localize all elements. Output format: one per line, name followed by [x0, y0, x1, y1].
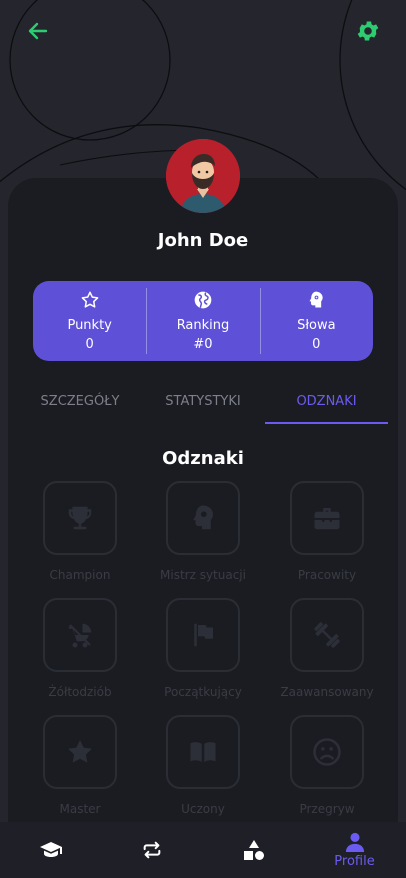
nav-review[interactable] — [101, 822, 202, 878]
sad-face-icon — [313, 738, 341, 766]
badge-label: Przegryw — [299, 802, 355, 816]
shapes-icon — [243, 840, 264, 860]
badge-label: Uczony — [181, 802, 225, 816]
nav-games[interactable] — [203, 822, 304, 878]
active-tab-indicator — [265, 422, 388, 424]
book-icon — [190, 742, 216, 762]
stat-value: 0 — [312, 337, 321, 352]
badge-master[interactable]: Master — [15, 715, 145, 816]
tab-statistics[interactable]: STATYSTYKI — [143, 394, 263, 409]
nav-learn[interactable] — [0, 822, 101, 878]
badge-label: Mistrz sytuacji — [160, 568, 246, 582]
badge-champion[interactable]: Champion — [15, 481, 145, 582]
gear-icon — [357, 21, 379, 41]
brain-icon — [309, 291, 323, 308]
arrow-left-icon — [28, 22, 48, 40]
back-button[interactable] — [22, 15, 54, 47]
badge-label: Pracowity — [297, 568, 357, 582]
dumbbell-icon — [314, 622, 340, 648]
stat-ranking: Ranking #0 — [146, 281, 259, 361]
profile-name: John Doe — [157, 230, 249, 251]
tab-details[interactable]: SZCZEGÓŁY — [20, 394, 140, 409]
section-title: Odznaki — [162, 448, 244, 469]
flag-icon — [194, 623, 213, 647]
settings-button[interactable] — [352, 15, 384, 47]
user-icon — [345, 832, 364, 852]
star-icon — [81, 291, 98, 308]
badge-label: Champion — [49, 568, 111, 582]
graduation-cap-icon — [39, 842, 62, 857]
badge-label: Zaawansowany — [280, 685, 374, 699]
repeat-icon — [143, 841, 160, 859]
stat-value: 0 — [85, 337, 94, 352]
badge-advanced[interactable]: Zaawansowany — [262, 598, 392, 699]
nav-profile-label: Profile — [334, 853, 375, 869]
bottom-navigation: Profile — [0, 822, 406, 878]
badge-hardworking[interactable]: Pracowity — [262, 481, 392, 582]
badge-loser[interactable]: Przegryw — [262, 715, 392, 816]
stat-points: Punkty 0 — [33, 281, 146, 361]
nav-profile[interactable]: Profile — [304, 822, 405, 878]
badge-label: Początkujący — [164, 685, 242, 699]
toolbox-icon — [314, 508, 340, 530]
badge-scholar[interactable]: Uczony — [138, 715, 268, 816]
badge-rookie[interactable]: Żółtodziób — [15, 598, 145, 699]
badge-beginner[interactable]: Początkujący — [138, 598, 268, 699]
tab-bar: SZCZEGÓŁY STATYSTYKI ODZNAKI — [0, 380, 406, 426]
badge-label: Master — [59, 802, 101, 816]
stats-panel: Punkty 0 Ranking #0 Słowa 0 — [33, 281, 373, 361]
stroller-icon — [68, 623, 92, 648]
stat-label: Słowa — [297, 318, 336, 333]
star-icon — [68, 740, 92, 763]
tab-badges[interactable]: ODZNAKI — [265, 394, 388, 409]
avatar[interactable] — [166, 139, 240, 213]
stat-label: Ranking — [176, 318, 230, 333]
globe-icon — [194, 291, 212, 309]
stat-label: Punkty — [67, 318, 112, 333]
badge-situation-master[interactable]: Mistrz sytuacji — [138, 481, 268, 582]
badge-label: Żółtodziób — [48, 685, 112, 699]
trophy-icon — [68, 506, 92, 530]
user-avatar-icon — [166, 139, 240, 213]
brain-icon — [193, 505, 213, 530]
top-bar — [0, 0, 406, 60]
stat-value: #0 — [193, 337, 213, 352]
stat-words: Słowa 0 — [259, 281, 373, 361]
